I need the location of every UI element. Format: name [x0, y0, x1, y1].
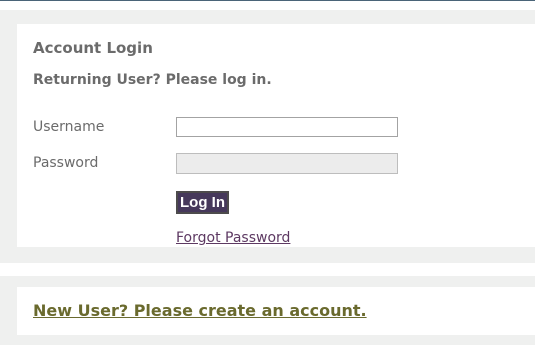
returning-user-subtitle: Returning User? Please log in. — [33, 72, 272, 88]
log-in-button[interactable]: Log In — [176, 191, 229, 214]
forgot-password-link[interactable]: Forgot Password — [176, 230, 290, 247]
username-input[interactable] — [176, 117, 398, 137]
new-user-card: New User? Please create an account. — [17, 287, 535, 335]
password-input[interactable] — [176, 153, 398, 174]
new-user-panel: New User? Please create an account. — [0, 276, 535, 345]
account-login-title: Account Login — [33, 39, 153, 57]
account-login-card: Account Login Returning User? Please log… — [17, 24, 535, 247]
create-account-link[interactable]: New User? Please create an account. — [33, 301, 367, 320]
username-label: Username — [33, 119, 105, 135]
account-login-panel: Account Login Returning User? Please log… — [0, 10, 535, 263]
password-label: Password — [33, 155, 99, 171]
